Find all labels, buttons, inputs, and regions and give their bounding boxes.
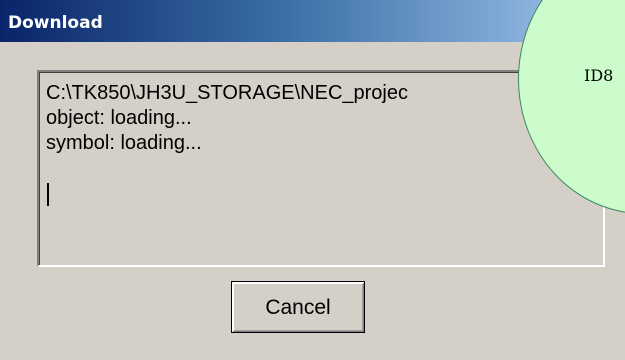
dialog-title: Download [8,13,103,33]
log-lines: C:\TK850\JH3U_STORAGE\NEC_projec object:… [46,81,408,156]
log-line-object: object: loading... [46,107,192,129]
log-line-symbol: symbol: loading... [46,132,202,154]
download-dialog: Download C:\TK850\JH3U_STORAGE\NEC_proje… [0,0,625,360]
log-line-path: C:\TK850\JH3U_STORAGE\NEC_projec [46,82,408,104]
annotation-label: ID8 [584,66,614,85]
text-caret [47,183,49,206]
cancel-button[interactable]: Cancel [231,281,365,333]
